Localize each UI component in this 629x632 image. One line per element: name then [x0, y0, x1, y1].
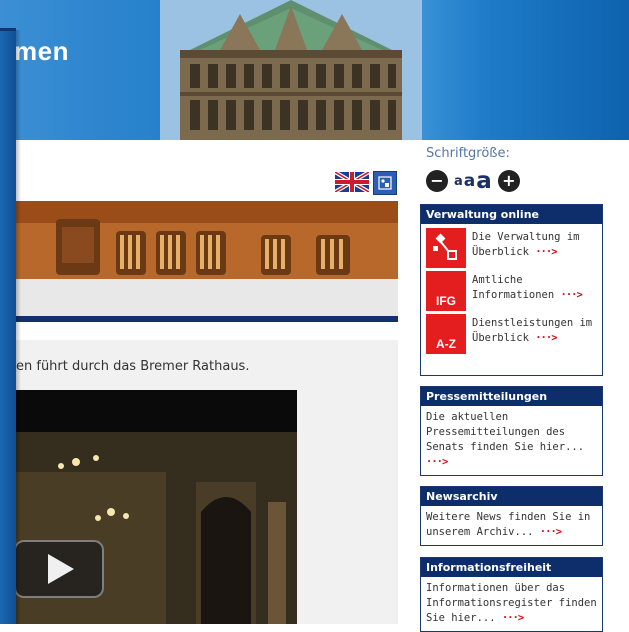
font-size-small[interactable]: a: [454, 174, 463, 189]
font-size-label: Schriftgröße:: [426, 146, 510, 161]
presse-box: Pressemitteilungen Die aktuellen Pressem…: [420, 386, 603, 476]
verwaltung-box: Verwaltung online Die Verwaltung im Über…: [420, 204, 603, 376]
townhall-image: [160, 0, 422, 140]
informationsfreiheit-body[interactable]: Informationen über das Informationsregis…: [421, 577, 602, 631]
minus-icon[interactable]: −: [426, 170, 448, 192]
ifg-icon: IFG: [426, 271, 466, 311]
font-size-medium[interactable]: a: [464, 171, 475, 191]
newsarchiv-title[interactable]: Newsarchiv: [421, 487, 602, 506]
toolbar-strip: [16, 279, 398, 316]
az-icon-text: A-Z: [436, 337, 456, 351]
font-size-large[interactable]: a: [476, 168, 492, 194]
service-item-verwaltung[interactable]: Die Verwaltung im Überblick ···>: [426, 228, 598, 268]
section-divider: [16, 316, 398, 322]
easy-language-icon[interactable]: [373, 171, 397, 195]
more-arrow[interactable]: ···>: [535, 332, 557, 344]
more-arrow[interactable]: ···>: [426, 456, 448, 468]
more-arrow[interactable]: ···>: [561, 289, 583, 301]
play-icon: [48, 554, 74, 584]
service-line1: Die Verwaltung im: [472, 231, 580, 243]
ifg-icon-text: IFG: [436, 294, 456, 308]
network-icon: [426, 228, 466, 268]
presse-body[interactable]: Die aktuellen Pressemitteilungen des Sen…: [421, 406, 602, 475]
newsarchiv-text: Weitere News finden Sie in unserem Archi…: [426, 511, 591, 538]
service-line2: Informationen: [472, 289, 555, 301]
council-chamber-image: [16, 201, 398, 279]
service-item-ifg[interactable]: IFG Amtliche Informationen ···>: [426, 271, 598, 311]
more-arrow[interactable]: ···>: [502, 612, 524, 624]
service-line2: Überblick: [472, 332, 529, 344]
newsarchiv-box: Newsarchiv Weitere News finden Sie in un…: [420, 486, 603, 546]
font-size-controls: − a a a +: [426, 168, 520, 194]
more-arrow[interactable]: ···>: [535, 246, 557, 258]
presse-text: Die aktuellen Pressemitteilungen des Sen…: [426, 411, 585, 453]
az-icon: A-Z: [426, 314, 466, 354]
more-arrow[interactable]: ···>: [540, 526, 562, 538]
play-button[interactable]: [14, 540, 104, 598]
verwaltung-title: Verwaltung online: [421, 205, 602, 224]
plus-icon[interactable]: +: [497, 170, 520, 192]
presse-title[interactable]: Pressemitteilungen: [421, 387, 602, 406]
service-item-az[interactable]: A-Z Dienstleistungen im Überblick ···>: [426, 314, 598, 354]
service-line2: Überblick: [472, 246, 529, 258]
left-frame-cap: [0, 28, 16, 31]
service-line1: Dienstleistungen im: [472, 317, 593, 329]
en-flag-icon[interactable]: [333, 170, 371, 194]
left-window-frame: [0, 30, 16, 624]
header-right-fade: [420, 0, 629, 140]
newsarchiv-body[interactable]: Weitere News finden Sie in unserem Archi…: [421, 506, 602, 545]
informationsfreiheit-title[interactable]: Informationsfreiheit: [421, 558, 602, 577]
intro-text: en führt durch das Bremer Rathaus.: [16, 359, 250, 374]
informationsfreiheit-box: Informationsfreiheit Informationen über …: [420, 557, 603, 632]
site-name[interactable]: men: [14, 36, 69, 67]
left-frame-shadow: [16, 30, 21, 624]
service-line1: Amtliche: [472, 274, 523, 286]
